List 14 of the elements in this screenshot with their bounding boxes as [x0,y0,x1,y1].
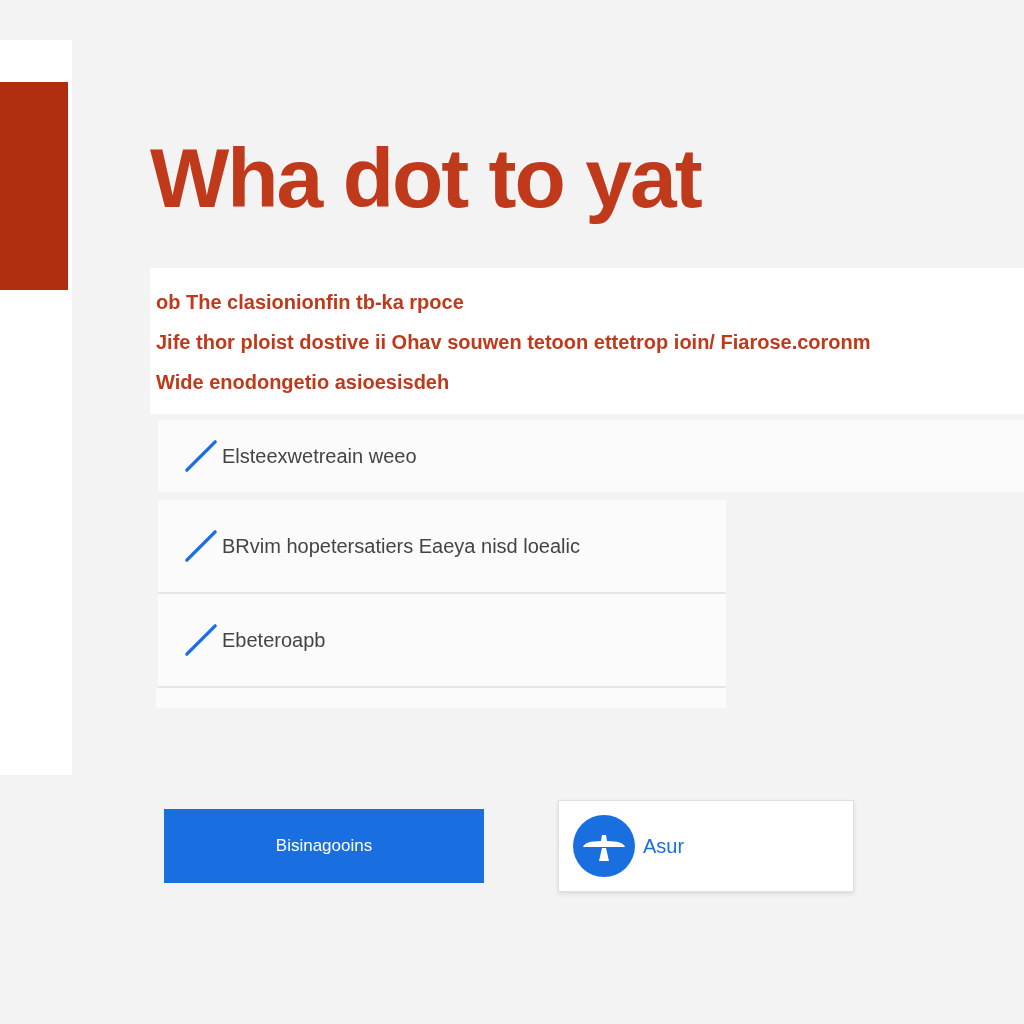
option-label: BRvim hopetersatiers Eaeya nisd loealic [222,534,580,558]
page-heading: Wha dot to yat [150,130,703,227]
button-label: Asur [643,834,685,858]
notice-text: Jife thor ploist dostive ii Ohav souwen tetoon ettetrop ioin/ Fiarose.coronm [156,330,872,355]
secondary-button[interactable]: Asur [558,800,854,892]
option-row[interactable]: Ebeteroapb [158,594,726,688]
option-row[interactable]: BRvim hopetersatiers Eaeya nisd loealic [158,500,726,594]
option-label: Elsteexwetreain weeo [222,444,417,468]
primary-button[interactable]: Bisinagooins [164,809,484,883]
option-row[interactable]: Elsteexwetreain weeo [158,420,1024,492]
plane-icon [573,815,635,877]
notice-text: ob The clasionionfin tb-ka rpoce [156,290,465,315]
notice-text: Wide enodongetio asioesisdeh [156,370,451,395]
option-label: Ebeteroapb [222,628,326,652]
